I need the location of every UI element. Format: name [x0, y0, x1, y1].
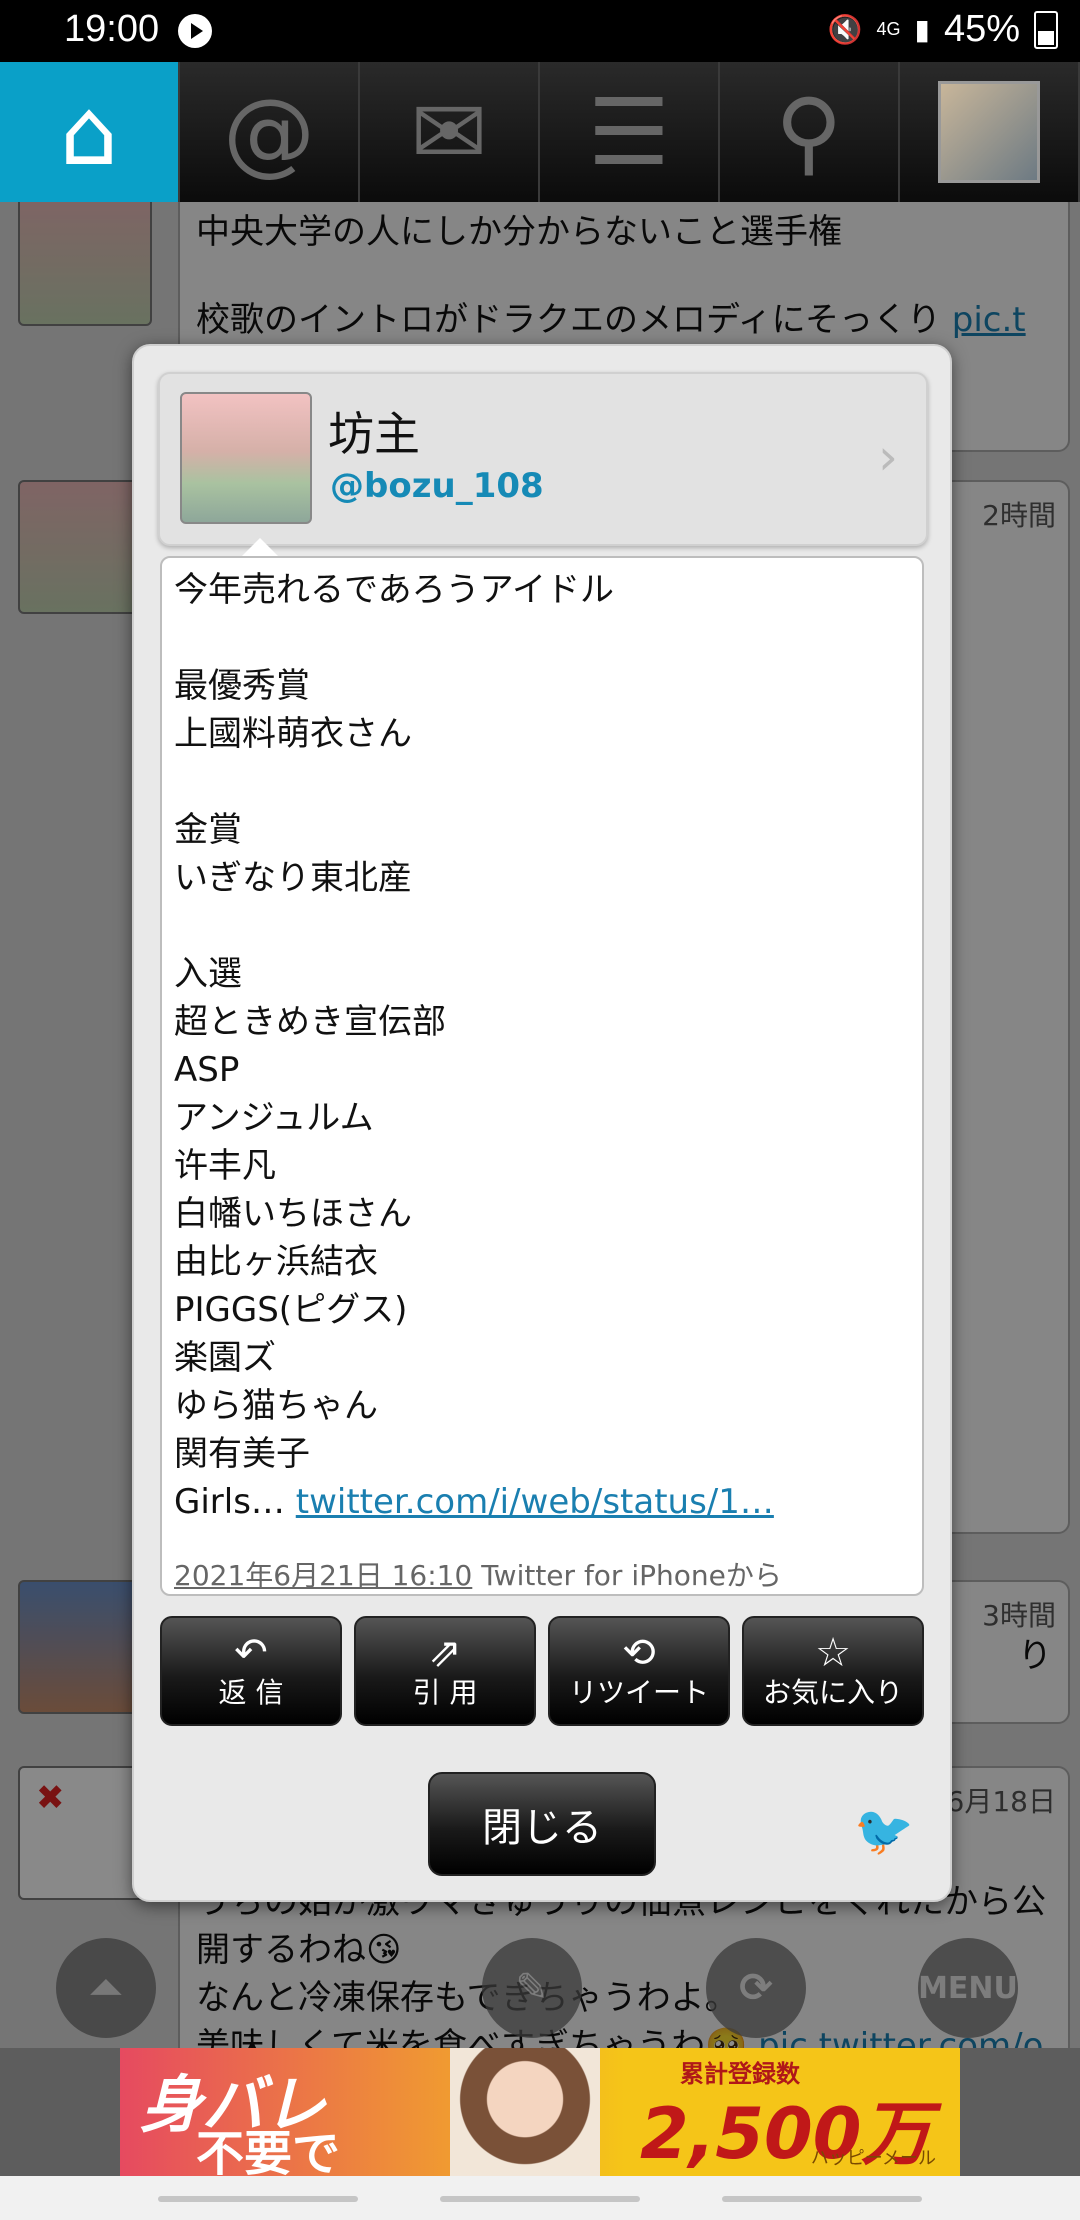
- tweet-line: アンジュルム: [174, 1098, 374, 1138]
- gesture-bar: [0, 2176, 1080, 2220]
- nav-mentions-button[interactable]: @: [180, 62, 360, 202]
- tweet-actions: ↶ 返 信 ⇗ 引 用 ⟲ リツイート ☆ お気に入り: [160, 1616, 924, 1726]
- tweet-date[interactable]: 2021年6月21日 16:10: [174, 1559, 472, 1592]
- status-bar: 19:00 🔇 4G ▮ 45%: [0, 0, 1080, 62]
- battery-icon: [1034, 10, 1058, 49]
- envelope-icon: ✉: [410, 78, 488, 186]
- top-nav: ⌂ @ ✉ ☰ ⚲: [0, 62, 1080, 202]
- quote-button[interactable]: ⇗ 引 用: [354, 1616, 536, 1726]
- battery-percent: 45%: [943, 8, 1020, 50]
- nav-profile-button[interactable]: [900, 62, 1080, 202]
- tweet-line: 上國料萌衣さん: [174, 714, 412, 754]
- tweet-text: 今年売れるであろうアイドル 最優秀賞上國料萌衣さん 金賞いぎなり東北産 入選超ときめき…: [162, 558, 922, 1526]
- tweet-line: 超ときめき宣伝部: [174, 1002, 446, 1042]
- tweet-line: 楽園ズ: [174, 1338, 276, 1378]
- gesture-handle[interactable]: [440, 2196, 640, 2202]
- ad-subheadline: 不要で: [196, 2126, 341, 2176]
- ad-banner[interactable]: 身バレ 不要で 累計登録数 2,500万突破!! ハッピーメール: [120, 2048, 960, 2176]
- tweet-line: 入選: [174, 954, 242, 994]
- media-play-icon: [178, 14, 212, 48]
- user-avatar[interactable]: [180, 392, 312, 524]
- tweet-line: [174, 614, 910, 662]
- tweet-detail-modal: 坊主 @bozu_108 › 今年売れるであろうアイドル 最優秀賞上國料萌衣さん金…: [132, 344, 952, 1902]
- ad-brand: ハッピーメール: [810, 2148, 936, 2169]
- nav-search-button[interactable]: ⚲: [720, 62, 900, 202]
- tweet-line: [174, 758, 910, 806]
- tweet-line: [174, 902, 910, 950]
- tweet-line: 白幡いちほさん: [174, 1194, 412, 1234]
- retweet-label: リツイート: [568, 1676, 709, 1709]
- mute-icon: 🔇: [827, 14, 863, 45]
- tweet-line: 今年売れるであろうアイドル: [174, 570, 614, 610]
- user-profile-row[interactable]: 坊主 @bozu_108 ›: [158, 372, 928, 546]
- tweet-line: いぎなり東北産: [174, 858, 412, 898]
- close-button[interactable]: 閉じる: [428, 1772, 656, 1876]
- profile-pointer: [242, 538, 278, 556]
- ad-model-image: [450, 2048, 600, 2176]
- quote-label: 引 用: [412, 1676, 478, 1709]
- tweet-link[interactable]: twitter.com/i/web/status/1…: [296, 1482, 774, 1522]
- twitter-bird-icon: 🐦: [854, 1803, 914, 1859]
- gesture-handle[interactable]: [158, 2196, 358, 2202]
- status-time: 19:00: [64, 8, 160, 50]
- signal-icon: ▮: [914, 14, 930, 45]
- tweet-line: PIGGS(ピグス): [174, 1290, 408, 1330]
- tweet-meta: 2021年6月21日 16:10 Twitter for iPhoneから: [174, 1554, 782, 1594]
- tweet-line: 由比ヶ浜結衣: [174, 1242, 378, 1282]
- home-icon: ⌂: [59, 78, 119, 186]
- tweet-line: 関有美子: [174, 1434, 310, 1474]
- search-icon: ⚲: [775, 78, 843, 186]
- nav-home-button[interactable]: ⌂: [0, 62, 180, 202]
- reply-label: 返 信: [218, 1676, 284, 1709]
- favorite-button[interactable]: ☆ お気に入り: [742, 1616, 924, 1726]
- tweet-line: Girls… twitter.com/i/web/status/1…: [174, 1478, 910, 1526]
- reply-icon: ↶: [234, 1630, 268, 1676]
- nav-lists-button[interactable]: ☰: [540, 62, 720, 202]
- tweet-line-prefix: Girls…: [174, 1482, 296, 1522]
- tweet-line: 最優秀賞: [174, 666, 310, 706]
- quote-icon: ⇗: [428, 1630, 462, 1676]
- tweet-source: Twitter for iPhoneから: [472, 1559, 782, 1592]
- profile-avatar: [938, 81, 1040, 183]
- at-icon: @: [223, 78, 315, 186]
- list-icon: ☰: [587, 78, 671, 186]
- retweet-button[interactable]: ⟲ リツイート: [548, 1616, 730, 1726]
- favorite-label: お気に入り: [762, 1676, 903, 1709]
- tweet-body: 今年売れるであろうアイドル 最優秀賞上國料萌衣さん 金賞いぎなり東北産 入選超ときめき…: [160, 556, 924, 1596]
- tweet-line: 金賞: [174, 810, 242, 850]
- gesture-handle[interactable]: [722, 2196, 922, 2202]
- retweet-icon: ⟲: [622, 1630, 656, 1676]
- user-name: 坊主: [328, 407, 420, 461]
- status-right: 🔇 4G ▮ 45%: [828, 8, 1058, 51]
- chevron-right-icon: ›: [878, 428, 898, 486]
- tweet-line: 许丰凡: [174, 1146, 276, 1186]
- user-handle: @bozu_108: [330, 466, 544, 506]
- star-icon: ☆: [815, 1630, 851, 1676]
- tweet-line: ASP: [174, 1050, 240, 1090]
- reply-button[interactable]: ↶ 返 信: [160, 1616, 342, 1726]
- tweet-line: ゆら猫ちゃん: [174, 1386, 378, 1426]
- nav-messages-button[interactable]: ✉: [360, 62, 540, 202]
- network-label: 4G: [876, 19, 901, 39]
